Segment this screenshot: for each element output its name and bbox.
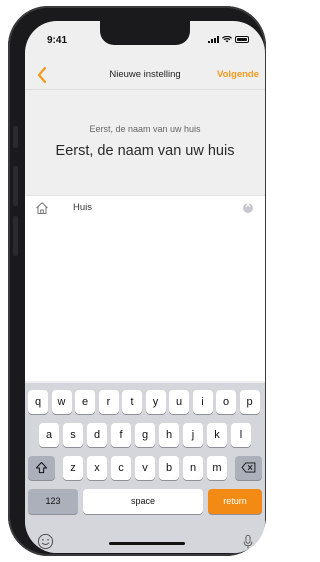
key-q[interactable]: q [28, 390, 48, 414]
house-icon [36, 202, 48, 214]
keyboard: q w e r t y u i o p a s d f g h j k l z … [25, 383, 265, 553]
key-n[interactable]: n [183, 456, 203, 480]
key-v[interactable]: v [135, 456, 155, 480]
key-g[interactable]: g [135, 423, 155, 447]
emoji-icon[interactable] [37, 533, 54, 550]
key-k[interactable]: k [207, 423, 227, 447]
shift-icon [35, 461, 48, 474]
key-c[interactable]: c [111, 456, 131, 480]
wifi-icon [222, 36, 232, 43]
key-p[interactable]: p [239, 390, 260, 414]
key-o[interactable]: o [216, 390, 236, 414]
notch [100, 21, 190, 45]
key-j[interactable]: j [183, 423, 203, 447]
key-m[interactable]: m [207, 456, 227, 480]
key-l[interactable]: l [231, 423, 251, 447]
key-f[interactable]: f [111, 423, 131, 447]
nav-divider [25, 89, 265, 90]
key-u[interactable]: u [169, 390, 189, 414]
screen: 9:41 Nieuwe instelling Volgende Eerst, d… [25, 21, 265, 553]
mute-switch [13, 126, 18, 148]
home-name-value[interactable]: Huis [73, 202, 92, 213]
battery-icon [235, 36, 249, 43]
volume-down-button [13, 216, 18, 256]
signal-icon [208, 36, 219, 43]
space-key[interactable]: space [83, 489, 203, 514]
backspace-icon [241, 462, 256, 473]
page-subtitle: Eerst, de naam van uw huis [89, 124, 201, 134]
key-h[interactable]: h [159, 423, 179, 447]
content-area [25, 221, 265, 381]
key-t[interactable]: t [122, 390, 142, 414]
next-button[interactable]: Volgende [217, 69, 259, 80]
navigation-bar: Nieuwe instelling Volgende [25, 65, 265, 87]
shift-key[interactable] [28, 456, 55, 480]
numbers-key[interactable]: 123 [28, 489, 78, 514]
key-e[interactable]: e [75, 390, 95, 414]
key-r[interactable]: r [98, 390, 119, 414]
phone-frame: 9:41 Nieuwe instelling Volgende Eerst, d… [8, 6, 266, 556]
page-title: Eerst, de naam van uw huis [55, 143, 235, 159]
key-d[interactable]: d [87, 423, 107, 447]
key-a[interactable]: a [39, 423, 59, 447]
key-b[interactable]: b [159, 456, 179, 480]
key-s[interactable]: s [63, 423, 83, 447]
backspace-key[interactable] [235, 456, 262, 480]
status-icons [208, 36, 249, 43]
home-indicator [109, 542, 185, 545]
key-z[interactable]: z [63, 456, 83, 480]
key-x[interactable]: x [87, 456, 107, 480]
home-name-field[interactable]: Huis [25, 195, 265, 222]
volume-up-button [13, 166, 18, 206]
status-time: 9:41 [47, 35, 68, 46]
return-key[interactable]: return [208, 489, 262, 514]
key-i[interactable]: i [192, 390, 213, 414]
microphone-icon[interactable] [243, 534, 253, 550]
key-w[interactable]: w [51, 390, 72, 414]
clear-icon[interactable] [243, 200, 253, 213]
key-y[interactable]: y [145, 390, 166, 414]
